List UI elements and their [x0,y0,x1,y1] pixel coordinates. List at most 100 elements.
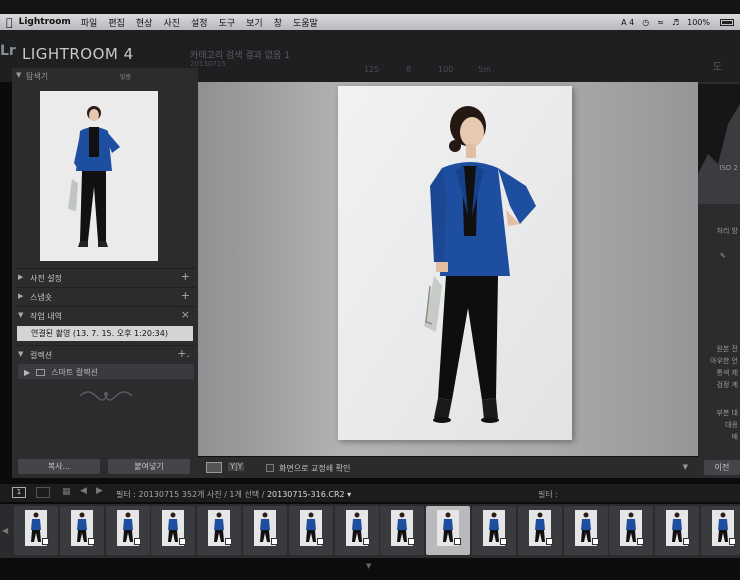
before-after-button[interactable]: Y|Y [228,462,245,471]
adjust-label-7: 배 [731,433,738,441]
edited-badge-icon [42,538,49,545]
filmstrip-thumb[interactable] [197,506,242,555]
iso-readout: ISO 2 [719,164,738,172]
filmstrip-header: 1 ▦ ◀ ▶ 필터 : 20130715 352개 사진 / 1개 선택 / … [0,484,740,502]
grid-icon[interactable]: ▦ [62,487,71,497]
adjust-label-2: 아우한 언 [710,357,738,365]
copy-settings-button[interactable]: 복사... [18,459,100,474]
adjust-label-5: 부분 대 [716,409,738,417]
menu-photo[interactable]: 사진 [163,16,180,29]
main-window-button[interactable]: 1 [12,487,26,498]
add-preset-button[interactable]: + [181,270,190,283]
filmstrip-thumb[interactable] [609,506,654,555]
collapse-triangle-icon[interactable]: ▼ [18,311,23,319]
smart-collection-label: 스마트 컬렉션 [51,368,98,377]
toolbar: Y|Y 화면으로 교정쇄 확인 ▼ [198,456,698,478]
collapse-triangle-icon[interactable]: ▼ [16,71,21,79]
menu-develop[interactable]: 현상 [136,16,153,29]
filmstrip-thumb[interactable] [59,506,104,555]
filmstrip-thumb[interactable] [151,506,196,555]
battery-icon[interactable] [720,18,734,26]
add-collection-button[interactable]: +. [177,347,190,360]
menu-window[interactable]: 창 [274,16,282,29]
navigator-header[interactable]: ▼ 탐색기 맞춤 [12,68,198,84]
filmstrip-thumb[interactable] [334,506,379,555]
softproof-checkbox[interactable] [266,464,274,472]
folder-icon [36,369,46,376]
apple-icon[interactable]:  [6,16,13,29]
next-arrow-icon[interactable]: ▶ [96,486,103,496]
filmstrip[interactable]: ◀ [0,504,740,558]
expand-filmstrip-icon[interactable]: ▼ [366,562,371,570]
paste-settings-button[interactable]: 붙여넣기 [108,459,190,474]
menu-edit[interactable]: 편집 [108,16,125,29]
scroll-left-icon[interactable]: ◀ [2,526,8,535]
clear-history-button[interactable]: × [181,308,190,321]
snapshots-section[interactable]: ▶ 스냅숏 + [16,287,196,305]
snapshots-label: 스냅숏 [30,293,53,302]
filmstrip-thumb[interactable] [105,506,150,555]
histogram[interactable] [698,84,740,204]
collections-section[interactable]: ▼ 컬렉션 +. [16,345,196,363]
expand-triangle-icon[interactable]: ▶ [18,273,23,281]
volume-icon[interactable]: ♬ [672,18,679,27]
menu-help[interactable]: 도움말 [293,16,318,29]
right-panel: ISO 2 처리 방 ✎ 원본 전 아우한 언 통색 제 검정 계 부분 대 대… [698,82,740,478]
current-filename[interactable]: 20130715-316.CR2 ▾ [267,490,351,499]
filmstrip-thumb[interactable] [701,506,740,555]
lr-logo: Lr [0,43,16,59]
presets-section[interactable]: ▶ 사전 설정 + [16,268,196,286]
second-window-button[interactable] [36,487,50,498]
zoom-fit-option[interactable]: 맞춤 [120,72,131,81]
filmstrip-thumb[interactable] [655,506,700,555]
histogram-graph [698,104,740,204]
filmstrip-thumb[interactable] [288,506,333,555]
eyedropper-icon[interactable]: ✎ [720,252,738,260]
menu-settings[interactable]: 설정 [191,16,208,29]
input-source-indicator[interactable]: A 4 [621,18,634,27]
previous-button[interactable]: 이전 [704,460,740,475]
filmstrip-thumb[interactable] [243,506,287,555]
toolbar-menu-icon[interactable]: ▼ [683,463,688,471]
module-label[interactable]: 도 [713,58,722,73]
prev-arrow-icon[interactable]: ◀ [80,486,87,496]
exif-shutter: 125 [364,65,380,74]
adjust-label-3: 통색 제 [716,369,738,377]
wifi-icon[interactable]: ≈ [657,18,664,27]
exif-focal: 5m [478,65,491,74]
menu-file[interactable]: 파일 [81,16,98,29]
history-section[interactable]: ▼ 작업 내역 × [16,306,196,324]
filmstrip-thumb[interactable] [472,506,516,555]
presets-label: 사전 설정 [30,274,62,283]
collapse-triangle-icon[interactable]: ▼ [18,350,23,358]
collections-label: 컬렉션 [30,351,53,360]
edited-badge-icon [225,538,233,545]
filmstrip-thumb[interactable] [517,506,562,555]
menu-view[interactable]: 보기 [246,16,263,29]
expand-triangle-icon[interactable]: ▶ [24,368,30,377]
source-breadcrumb[interactable]: 필터 : 20130715 352개 사진 / 1개 선택 / 20130715… [116,489,351,500]
add-snapshot-button[interactable]: + [181,289,190,302]
filter-label[interactable]: 필터 : [538,489,558,500]
expand-triangle-icon[interactable]: ▶ [18,292,23,300]
filmstrip-thumb[interactable] [380,506,425,555]
image-canvas[interactable] [198,82,698,456]
main-person-image [338,86,572,440]
edited-badge-icon [500,538,507,545]
history-item[interactable]: 연결된 촬영 (13. 7. 15. 오후 1:20:34) [17,326,193,341]
loupe-view-button[interactable] [206,462,222,473]
menu-tools[interactable]: 도구 [219,16,236,29]
filmstrip-thumb[interactable] [14,506,58,555]
menu-app-name[interactable]: Lightroom [19,17,71,27]
edited-badge-icon [87,538,95,545]
filmstrip-thumb[interactable] [563,506,608,555]
navigator-preview[interactable] [40,91,158,261]
ornament-icon [79,391,133,401]
left-panel: ▼ 탐색기 맞춤 ▶ 사전 설정 + ▶ 스냅숏 + ▼ 작업 내역 × 연결된… [12,68,198,478]
bottom-bar: ▼ [0,558,740,580]
exif-iso: 100 [438,65,454,74]
clock-icon[interactable]: ◷ [642,18,649,27]
main-photo[interactable] [338,86,572,440]
smart-collection-item[interactable]: ▶ 스마트 컬렉션 [18,364,194,379]
filmstrip-thumb-selected[interactable] [426,506,471,555]
